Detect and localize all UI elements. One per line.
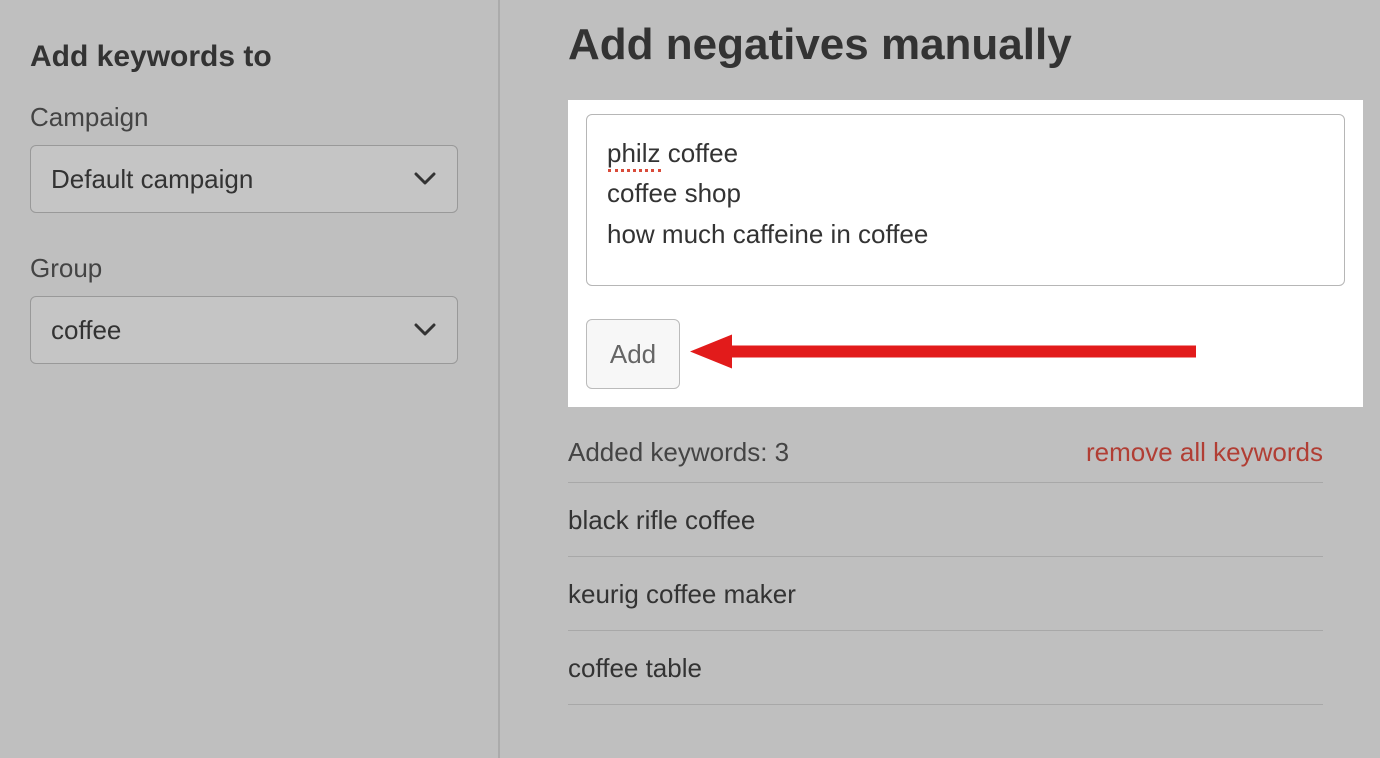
list-item[interactable]: keurig coffee maker (568, 557, 1323, 631)
sidebar: Add keywords to Campaign Default campaig… (0, 0, 500, 758)
added-count-label: Added keywords: 3 (568, 437, 789, 468)
campaign-label: Campaign (30, 102, 458, 133)
list-item[interactable]: black rifle coffee (568, 483, 1323, 557)
group-select-value: coffee (51, 315, 121, 346)
added-keywords-header: Added keywords: 3 remove all keywords (568, 437, 1323, 483)
add-button[interactable]: Add (586, 319, 680, 389)
campaign-select-value: Default campaign (51, 164, 253, 195)
campaign-select[interactable]: Default campaign (30, 145, 458, 213)
list-item[interactable]: coffee table (568, 631, 1323, 705)
page-title: Add negatives manually (568, 20, 1363, 70)
sidebar-heading: Add keywords to (30, 40, 458, 74)
group-label: Group (30, 253, 458, 284)
group-select[interactable]: coffee (30, 296, 458, 364)
main-panel: Add negatives manually philz Add Added k… (500, 0, 1380, 758)
negatives-input-card: philz Add (568, 100, 1363, 407)
added-keywords-list: black rifle coffee keurig coffee maker c… (568, 483, 1323, 705)
remove-all-link[interactable]: remove all keywords (1086, 437, 1323, 468)
negatives-textarea[interactable] (586, 114, 1345, 286)
annotation-arrow-icon (686, 332, 1206, 377)
